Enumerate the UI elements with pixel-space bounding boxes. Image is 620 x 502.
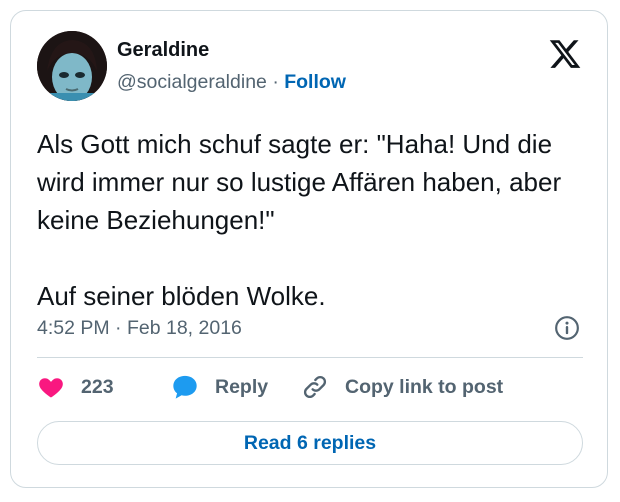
like-button[interactable]: 223 <box>37 373 114 401</box>
reply-button[interactable]: Reply <box>171 373 268 401</box>
timestamp-separator: · <box>115 317 122 339</box>
follow-link[interactable]: Follow <box>284 71 346 93</box>
author-handle[interactable]: @socialgeraldine <box>117 71 267 93</box>
reply-label: Reply <box>215 375 269 398</box>
speech-bubble-icon <box>173 375 197 399</box>
author-name[interactable]: Geraldine <box>117 39 209 62</box>
tweet-time: 4:52 PM <box>37 317 110 339</box>
handle-separator: · <box>272 71 279 93</box>
tweet-timestamp[interactable]: 4:52 PM · Feb 18, 2016 <box>37 317 242 340</box>
link-icon <box>303 375 327 399</box>
tweet-card: Geraldine @socialgeraldine · Follow Als … <box>10 10 608 488</box>
read-replies-button[interactable]: Read 6 replies <box>37 421 583 465</box>
divider <box>37 357 583 358</box>
like-count: 223 <box>81 375 114 398</box>
avatar[interactable] <box>37 31 107 101</box>
heart-icon <box>39 378 63 398</box>
info-icon[interactable] <box>554 315 580 341</box>
tweet-date: Feb 18, 2016 <box>126 317 242 339</box>
tweet-text: Als Gott mich schuf sagte er: "Haha! Und… <box>37 129 562 311</box>
copy-link-button[interactable]: Copy link to post <box>301 373 503 401</box>
x-logo-icon[interactable] <box>548 37 582 71</box>
action-bar: 223 Reply Copy link to post <box>37 373 597 405</box>
copy-link-label: Copy link to post <box>345 375 504 398</box>
author-handle-line: @socialgeraldine · Follow <box>117 71 346 94</box>
